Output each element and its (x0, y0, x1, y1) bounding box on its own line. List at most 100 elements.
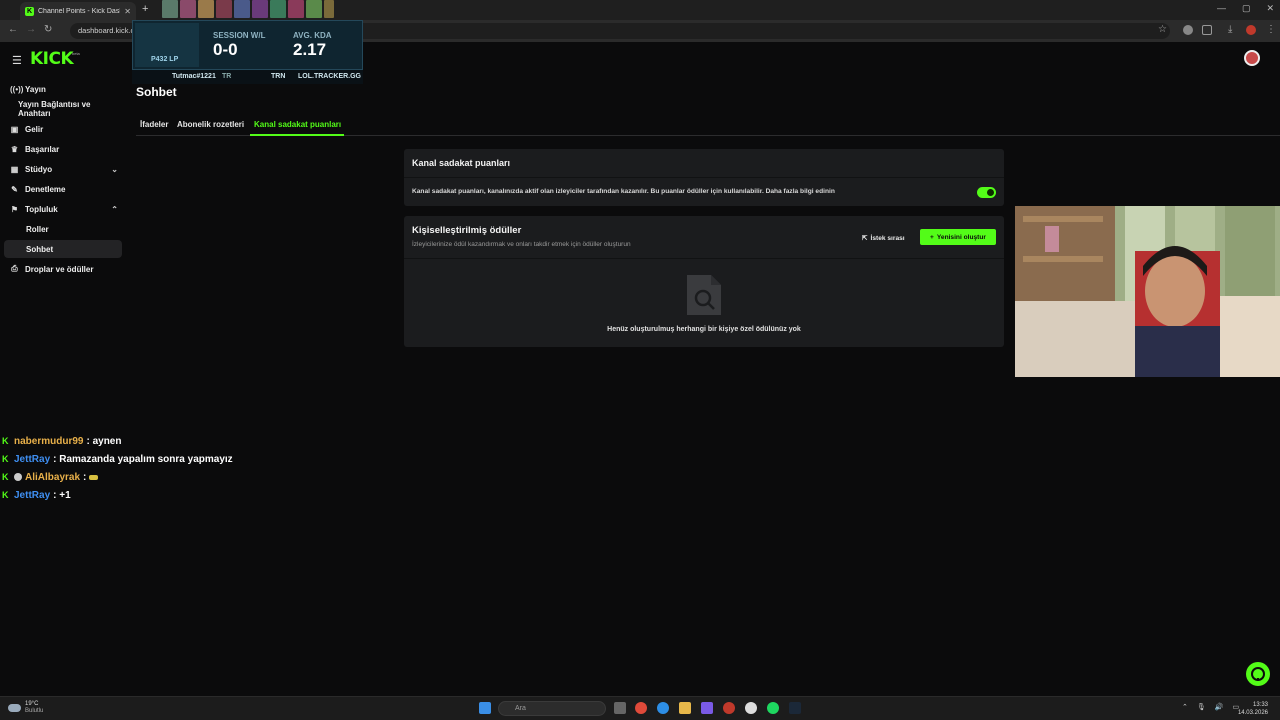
download-icon[interactable]: ⤓ (1228, 24, 1232, 35)
sidebar-item-label: Droplar ve ödüller (25, 264, 94, 274)
steam-icon[interactable] (789, 702, 801, 714)
tab-ifadeler[interactable]: İfadeler (140, 120, 168, 129)
tab-abonelik-rozetleri[interactable]: Abonelik rozetleri (177, 120, 244, 129)
microphone-icon[interactable]: 🎙 (1197, 703, 1206, 711)
chat-username: JettRay (14, 489, 51, 501)
webcam-feed (1015, 206, 1280, 377)
broadcast-icon: ((•)) (10, 84, 24, 94)
new-tab-button[interactable]: + (142, 3, 148, 15)
windows-taskbar: 19°C Bulutlu Ara ⌃ 🎙 🔊 ▭ 13:33 14.03.202… (0, 696, 1280, 720)
chrome-icon[interactable] (635, 702, 647, 714)
kick-badge-icon: K (2, 453, 9, 464)
community-icon: ⚑ (10, 204, 19, 214)
sidebar-item-label: Sohbet (26, 244, 54, 254)
logo-beta: beta (72, 51, 80, 56)
back-arrow-icon[interactable]: ← (8, 24, 18, 35)
weather-widget[interactable]: 19°C Bulutlu (8, 701, 43, 715)
task-view-icon[interactable] (614, 702, 626, 714)
close-tab-icon[interactable]: ✕ (124, 7, 131, 16)
app-icon[interactable] (701, 702, 713, 714)
forward-arrow-icon[interactable]: → (26, 24, 36, 35)
menu-dots-icon[interactable]: ⋮ (1266, 24, 1276, 35)
hamburger-menu-icon[interactable]: ☰ (12, 54, 22, 67)
sidebar-item-topluluk[interactable]: ⚑ Topluluk ⌃ (4, 200, 122, 218)
sidebar-item-basarilar[interactable]: ♛ Başarılar (4, 140, 122, 158)
custom-rewards-card: Kişiselleştirilmiş ödüller İzleyicilerin… (404, 216, 1004, 347)
sidebar-item-yayin[interactable]: ((•)) Yayın (4, 80, 122, 98)
kick-badge-icon: K (2, 435, 9, 446)
speaker-icon[interactable]: 🔊 (1215, 703, 1224, 711)
kick-logo[interactable]: KICK (30, 49, 74, 69)
trn-label: TRN (271, 73, 286, 80)
moderation-icon: ✎ (11, 184, 18, 194)
minimize-button[interactable]: — (1217, 3, 1226, 14)
sidebar-item-label: Yayın (25, 84, 46, 94)
tracker-label: LOL.TRACKER.GG (298, 73, 361, 80)
external-link-icon: ⇱ (862, 235, 868, 242)
help-chat-button[interactable] (1246, 662, 1270, 686)
tab-kanal-sadakat-puanlari[interactable]: Kanal sadakat puanları (254, 120, 341, 129)
close-window-button[interactable]: ✕ (1266, 3, 1274, 14)
chat-message: K JettRay : Ramazanda yapalım sonra yapm… (2, 452, 233, 466)
edge-icon[interactable] (657, 702, 669, 714)
emote-icon (89, 474, 99, 480)
browser-tab[interactable]: K Channel Points - Kick Dashboard ✕ (20, 2, 136, 20)
sidebar-item-label: Gelir (25, 124, 44, 134)
chat-username: AliAlbayrak (25, 471, 81, 483)
chevron-up-icon: ⌃ (111, 204, 118, 214)
chat-username: nabermudur99 (14, 435, 84, 447)
lp-value: P432 LP (151, 56, 179, 63)
kick-favicon-icon: K (25, 6, 34, 16)
webcam-image (1015, 206, 1280, 377)
maximize-button[interactable]: ▢ (1242, 3, 1251, 14)
sidebar-item-studyo[interactable]: ▦ Stüdyo ⌄ (4, 160, 122, 178)
chat-username: JettRay (14, 453, 51, 465)
sidebar-item-denetleme[interactable]: ✎ Denetleme (4, 180, 122, 198)
extensions-puzzle-icon[interactable] (1202, 25, 1212, 35)
sidebar-item-roller[interactable]: Roller (4, 220, 122, 238)
active-tab-indicator (250, 134, 344, 136)
extension-icon[interactable] (1183, 25, 1193, 35)
reload-icon[interactable]: ↻ (44, 24, 52, 35)
request-queue-button[interactable]: ⇱ İstek sırası (862, 232, 905, 244)
browser-tab-title: Channel Points - Kick Dashboard (38, 7, 120, 15)
system-tray: ⌃ 🎙 🔊 ▭ (1182, 703, 1239, 711)
empty-document-search-icon (687, 275, 721, 315)
revenue-icon: ▣ (10, 124, 19, 134)
rewards-card-subtitle: İzleyicilerinize ödül kazandırmak ve onl… (412, 241, 631, 248)
bookmark-star-icon[interactable]: ☆ (1158, 24, 1167, 35)
file-explorer-icon[interactable] (679, 702, 691, 714)
sidebar-item-sohbet[interactable]: Sohbet (4, 240, 122, 258)
sidebar-item-label: Denetleme (25, 184, 66, 194)
loyalty-points-toggle[interactable] (977, 187, 996, 198)
sub-badge-icon (14, 473, 22, 481)
overlay-footer: Tutmac#1221 TR TRN LOL.TRACKER.GG (132, 70, 363, 84)
sidebar-item-stream-key[interactable]: Yayın Bağlantısı ve Anahtarı (4, 100, 122, 118)
trophy-icon: ♛ (10, 144, 19, 154)
loyalty-points-card: Kanal sadakat puanları Kanal sadakat pua… (404, 149, 1004, 206)
weather-desc: Bulutlu (25, 708, 44, 714)
create-reward-label: Yenisini oluştur (936, 233, 986, 241)
loyalty-card-title: Kanal sadakat puanları (412, 158, 511, 168)
session-label: SESSION W/L (213, 31, 266, 40)
spotify-icon[interactable] (767, 702, 779, 714)
tray-chevron-icon[interactable]: ⌃ (1182, 703, 1188, 711)
opera-icon[interactable] (723, 702, 735, 714)
clock-time: 13:33 (1252, 702, 1268, 708)
profile-icon[interactable] (1246, 25, 1256, 35)
kda-value: 2.17 (293, 40, 327, 59)
windows-start-icon[interactable] (479, 702, 491, 714)
sidebar-item-gelir[interactable]: ▣ Gelir (4, 120, 122, 138)
sidebar-item-label: Stüdyo (25, 164, 53, 174)
chat-text: : Ramazanda yapalım sonra yapmayız (53, 453, 233, 465)
divider (404, 177, 1004, 178)
user-avatar[interactable] (1244, 50, 1260, 66)
cloud-icon (8, 704, 21, 712)
stream-stats-overlay: P432 LP SESSION W/L 0-0 AVG. KDA 2.17 (132, 20, 363, 70)
create-reward-button[interactable]: + Yenisini oluştur (920, 229, 996, 245)
taskbar-clock[interactable]: 13:33 14.03.2026 (1238, 701, 1268, 717)
media-icon[interactable] (745, 702, 757, 714)
taskbar-search[interactable]: Ara (498, 701, 606, 716)
window-controls: — ▢ ✕ (1217, 3, 1274, 14)
sidebar-item-droplar[interactable]: ⎙ Droplar ve ödüller (4, 260, 122, 278)
